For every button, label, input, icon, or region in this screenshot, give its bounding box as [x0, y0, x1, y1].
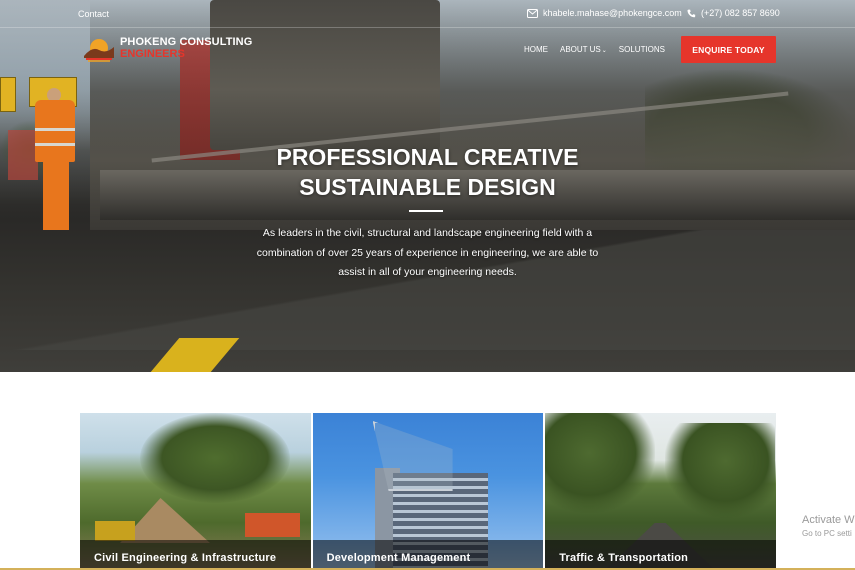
- service-card-civil[interactable]: Civil Engineering & Infrastructure: [80, 413, 311, 570]
- email-text: khabele.mahase@phokengce.com: [543, 8, 682, 18]
- phone-icon: [687, 9, 696, 17]
- service-card-development[interactable]: Development Management: [312, 413, 544, 570]
- brand-name-line2: ENGINEERS: [120, 48, 185, 60]
- envelope-icon: [527, 8, 538, 18]
- nav-item-home[interactable]: HOME: [524, 45, 548, 54]
- nav-item-about-us-label: ABOUT US: [560, 45, 601, 54]
- phokeng-logo-icon: [84, 39, 114, 62]
- top-bar: Contact khabele.mahase@phokengce.com (+2…: [0, 0, 855, 28]
- nav-item-solutions[interactable]: SOLUTIONS: [619, 45, 665, 54]
- enquire-today-button[interactable]: ENQUIRE TODAY: [681, 36, 776, 63]
- hero-title-line1: PROFESSIONAL CREATIVE: [276, 144, 579, 170]
- main-nav: HOME ABOUT US⌄ SOLUTIONS: [524, 45, 665, 54]
- watermark-line1: Activate W: [802, 514, 855, 526]
- activate-windows-watermark: Activate W Go to PC setti: [802, 513, 855, 541]
- phone-text: (+27) 082 857 8690: [701, 8, 780, 18]
- nav-item-about-us[interactable]: ABOUT US⌄: [560, 45, 607, 54]
- card-image-tree-left: [545, 413, 656, 513]
- hero-road-sign-1: [0, 77, 16, 112]
- card-image-tree: [140, 413, 290, 503]
- chevron-down-icon: ⌄: [601, 48, 607, 54]
- service-card-traffic[interactable]: Traffic & Transportation: [545, 413, 776, 570]
- email-link[interactable]: khabele.mahase@phokengce.com: [527, 8, 682, 18]
- watermark-line2: Go to PC setti: [802, 529, 852, 538]
- service-card-label: Traffic & Transportation: [545, 540, 776, 570]
- card-image-tree-right: [665, 423, 776, 518]
- services-grid: Civil Engineering & Infrastructure Devel…: [80, 413, 776, 570]
- hero-divider: [409, 210, 443, 212]
- contact-link[interactable]: Contact: [78, 9, 109, 19]
- brand-logo[interactable]: PHOKENG CONSULTING ENGINEERS: [82, 34, 252, 64]
- card-image-truck: [245, 513, 300, 537]
- phone-link[interactable]: (+27) 082 857 8690: [687, 8, 780, 18]
- hero-title: PROFESSIONAL CREATIVE SUSTAINABLE DESIGN: [0, 142, 855, 202]
- card-image-loader: [95, 521, 135, 541]
- service-card-label: Development Management: [312, 540, 544, 570]
- hero-title-line2: SUSTAINABLE DESIGN: [299, 174, 556, 200]
- top-bar-divider: [0, 27, 855, 28]
- hero-subtitle: As leaders in the civil, structural and …: [256, 227, 599, 278]
- service-card-label: Civil Engineering & Infrastructure: [80, 540, 311, 570]
